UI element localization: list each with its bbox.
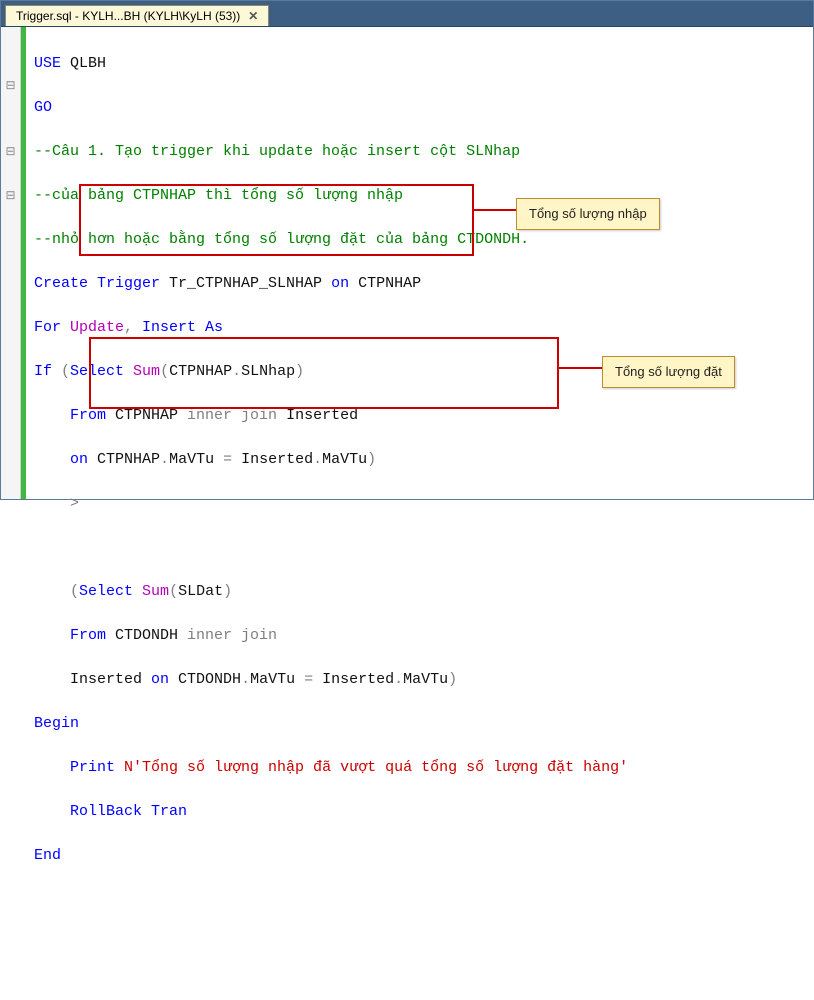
code-line: RollBack Tran — [34, 801, 805, 823]
connector-line — [474, 209, 516, 211]
code-line — [34, 537, 805, 559]
close-icon[interactable]: ✕ — [248, 9, 258, 23]
code-line: GO — [34, 97, 805, 119]
code-line: (Select Sum(SLDat) — [34, 581, 805, 603]
fold-icon[interactable]: ⊟ — [1, 75, 20, 97]
code-line: Print N'Tổng số lượng nhập đã vượt quá t… — [34, 757, 805, 779]
code-editor[interactable]: USE QLBH GO --Câu 1. Tạo trigger khi upd… — [26, 27, 813, 499]
callout-2: Tổng số lượng đặt — [602, 356, 735, 388]
code-line: --của bảng CTPNHAP thì tổng số lượng nhậ… — [34, 185, 805, 207]
code-line: > — [34, 493, 805, 515]
editor-area: ⊟ ⊟ ⊟ USE QLBH GO --Câu 1. Tạo trigger k… — [1, 27, 813, 499]
code-line: Inserted on CTDONDH.MaVTu = Inserted.MaV… — [34, 669, 805, 691]
code-line: USE QLBH — [34, 53, 805, 75]
code-line: --Câu 1. Tạo trigger khi update hoặc ins… — [34, 141, 805, 163]
tab-title: Trigger.sql - KYLH...BH (KYLH\KyLH (53)) — [16, 9, 240, 23]
code-line: on CTPNHAP.MaVTu = Inserted.MaVTu) — [34, 449, 805, 471]
callout-1: Tổng số lượng nhập — [516, 198, 660, 230]
fold-icon[interactable]: ⊟ — [1, 185, 20, 207]
outline-column: ⊟ ⊟ ⊟ — [1, 27, 21, 499]
code-line: End — [34, 845, 805, 867]
fold-icon[interactable]: ⊟ — [1, 141, 20, 163]
code-line: Begin — [34, 713, 805, 735]
code-line: --nhỏ hơn hoặc bằng tổng số lượng đặt củ… — [34, 229, 805, 251]
code-line: From CTPNHAP inner join Inserted — [34, 405, 805, 427]
code-line: Create Trigger Tr_CTPNHAP_SLNHAP on CTPN… — [34, 273, 805, 295]
tab-bar: Trigger.sql - KYLH...BH (KYLH\KyLH (53))… — [1, 1, 813, 27]
editor-tab[interactable]: Trigger.sql - KYLH...BH (KYLH\KyLH (53))… — [5, 5, 269, 26]
code-line: From CTDONDH inner join — [34, 625, 805, 647]
code-line: For Update, Insert As — [34, 317, 805, 339]
